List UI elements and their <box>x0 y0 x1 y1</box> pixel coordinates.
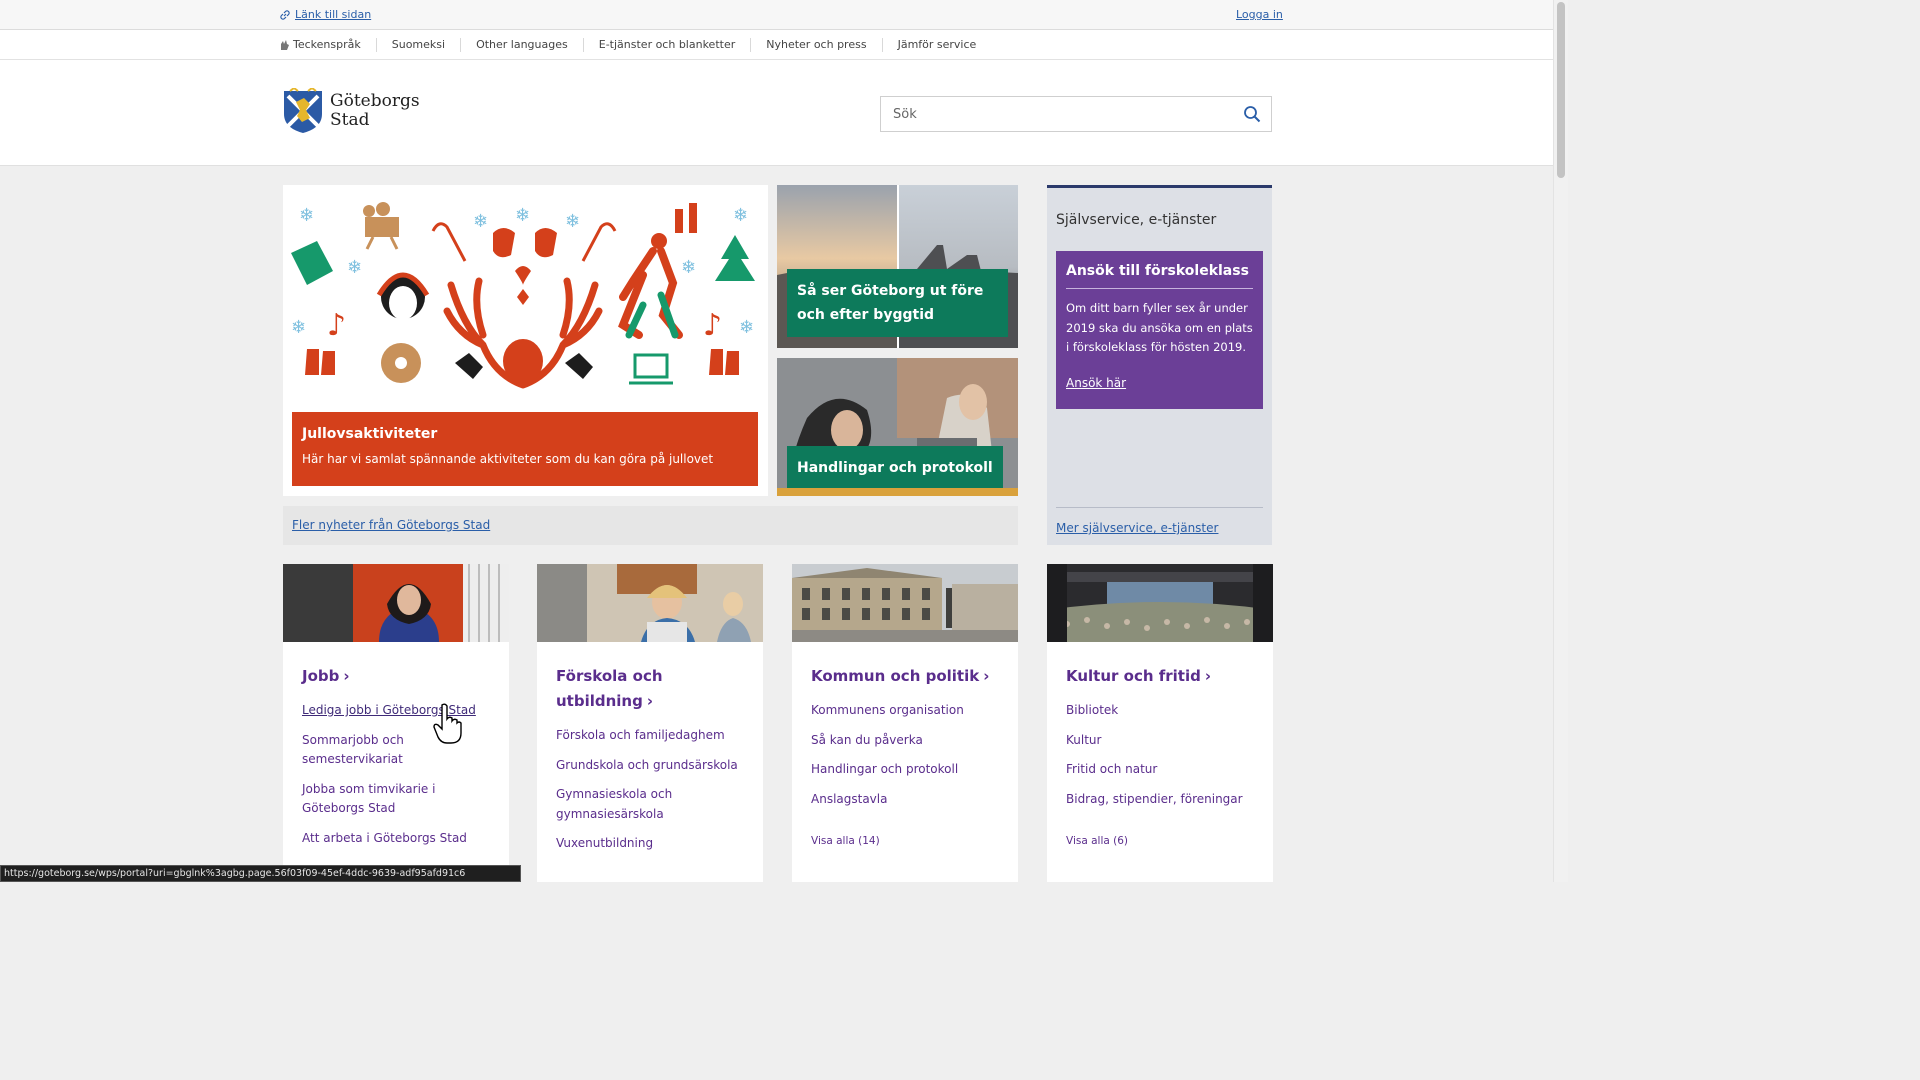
coat-of-arms-icon <box>284 88 322 133</box>
hero-text: Här har vi samlat spännande aktiviteter … <box>302 452 714 466</box>
search-box <box>880 96 1272 132</box>
news-label-2: Handlingar och protokoll <box>787 446 1003 490</box>
svg-text:❄: ❄ <box>565 211 580 232</box>
card-image-kommun <box>792 564 1018 642</box>
svg-text:❄: ❄ <box>473 211 488 232</box>
hero-jullov[interactable]: ❄ ❄ ❄ ❄ ❄ ❄ ❄ ❄ ❄ ♪ ♪ Jullovsaktiviteter… <box>283 185 768 496</box>
vertical-scrollbar[interactable] <box>1553 0 1568 882</box>
svg-text:❄: ❄ <box>733 205 748 226</box>
concert-photo <box>1047 564 1273 642</box>
nav-sign-language[interactable]: Teckenspråk <box>279 38 377 52</box>
sign-language-icon <box>281 40 289 50</box>
nav-other-languages[interactable]: Other languages <box>461 38 584 52</box>
show-all-link[interactable]: Visa alla (14) <box>811 835 999 847</box>
christmas-illustration: ❄ ❄ ❄ ❄ ❄ ❄ ❄ ❄ ❄ ♪ ♪ <box>283 185 768 407</box>
nav-suomeksi[interactable]: Suomeksi <box>377 38 462 52</box>
link-icon <box>280 9 290 20</box>
logo-line-1: Göteborgs <box>330 91 420 111</box>
card-link[interactable]: Förskola och familjedaghem <box>556 726 744 746</box>
card-title-jobb[interactable]: Jobb › <box>302 664 490 689</box>
hand-cursor-icon <box>433 703 462 744</box>
card-forskola: Förskola och utbildning › Förskola och fa… <box>537 564 763 882</box>
card-link[interactable]: Kultur <box>1066 731 1254 751</box>
link-to-page-label: Länk till sidan <box>295 8 372 21</box>
news-tile-handlingar[interactable]: Handlingar och protokoll <box>777 358 1018 496</box>
card-link[interactable]: Anslagstavla <box>811 790 999 810</box>
svg-text:❄: ❄ <box>739 317 754 338</box>
site-logo[interactable]: Göteborgs Stad <box>282 88 420 134</box>
card-title-kultur[interactable]: Kultur och fritid › <box>1066 664 1254 689</box>
card-link[interactable]: Att arbeta i Göteborgs Stad <box>302 829 490 849</box>
self-service-panel: Självservice, e-tjänster Ansök till förs… <box>1047 185 1272 545</box>
card-link[interactable]: Grundskola och grundsärskola <box>556 756 744 776</box>
nav-label: Teckenspråk <box>293 38 361 51</box>
more-news-link[interactable]: Fler nyheter från Göteborgs Stad <box>292 518 490 532</box>
preschool-promo: Ansök till förskoleklass Om ditt barn fy… <box>1056 251 1263 409</box>
status-url-bar: https://goteborg.se/wps/portal?uri=gbgln… <box>0 865 521 882</box>
hero-title: Jullovsaktiviteter <box>302 426 438 442</box>
secondary-nav: Teckenspråk Suomeksi Other languages E-t… <box>0 30 1553 60</box>
card-title-forskola[interactable]: Förskola och utbildning › <box>556 664 744 714</box>
card-link[interactable]: Bidrag, stipendier, föreningar <box>1066 790 1254 810</box>
svg-text:❄: ❄ <box>347 257 362 278</box>
svg-text:♪: ♪ <box>327 308 346 343</box>
svg-text:♪: ♪ <box>703 308 722 343</box>
card-image-forskola <box>537 564 763 642</box>
card-title-text: Kultur och fritid <box>1066 667 1201 685</box>
nav-e-services[interactable]: E-tjänster och blanketter <box>584 38 752 52</box>
card-link[interactable]: Jobba som timvikarie i Göteborgs Stad <box>302 780 490 819</box>
top-utility-bar: Länk till sidan Logga in <box>0 0 1553 30</box>
card-link[interactable]: Gymnasieskola och gymnasiesärskola <box>556 785 744 824</box>
chevron-right-icon: › <box>646 692 654 710</box>
card-kommun: Kommun och politik › Kommunens organisati… <box>792 564 1018 882</box>
show-all-link[interactable]: Visa alla (6) <box>1066 835 1254 847</box>
promo-link[interactable]: Ansök här <box>1066 376 1126 390</box>
card-jobb: Jobb › Lediga jobb i Göteborgs Stad Somma… <box>283 564 509 882</box>
svg-text:❄: ❄ <box>299 205 314 226</box>
promo-text: Om ditt barn fyller sex år under 2019 sk… <box>1066 301 1253 354</box>
card-link[interactable]: Kommunens organisation <box>811 701 999 721</box>
self-service-heading: Självservice, e-tjänster <box>1056 212 1217 228</box>
chevron-right-icon: › <box>1204 667 1212 685</box>
site-header: Göteborgs Stad <box>0 60 1553 166</box>
scrollbar-thumb[interactable] <box>1557 2 1565 178</box>
svg-text:❄: ❄ <box>291 317 306 338</box>
nav-compare-service[interactable]: Jämför service <box>883 38 992 52</box>
logo-line-2: Stad <box>330 110 370 130</box>
news-label-1: Så ser Göteborg ut före och efter byggti… <box>787 269 1008 337</box>
more-self-service-link[interactable]: Mer självservice, e-tjänster <box>1056 507 1263 535</box>
news-tile-gothenburg[interactable]: Så ser Göteborg ut före och efter byggti… <box>777 185 1018 348</box>
card-title-text: Kommun och politik <box>811 667 980 685</box>
card-link[interactable]: Så kan du påverka <box>811 731 999 751</box>
link-to-page[interactable]: Länk till sidan <box>279 8 371 21</box>
svg-text:❄: ❄ <box>681 257 696 278</box>
hero-card[interactable]: Jullovsaktiviteter Här har vi samlat spä… <box>292 412 758 486</box>
more-news-bar: Fler nyheter från Göteborgs Stad <box>283 506 1018 545</box>
search-input[interactable] <box>881 97 1221 131</box>
card-link[interactable]: Vuxenutbildning <box>556 834 744 854</box>
card-image-kultur <box>1047 564 1273 642</box>
news-accent-bar <box>777 488 1018 496</box>
woman-photo <box>283 564 509 642</box>
classroom-photo <box>537 564 763 642</box>
search-icon[interactable] <box>1243 105 1261 123</box>
login-link[interactable]: Logga in <box>1236 8 1283 21</box>
chevron-right-icon: › <box>343 667 350 685</box>
chevron-right-icon: › <box>983 667 990 685</box>
card-kultur: Kultur och fritid › Bibliotek Kultur Frit… <box>1047 564 1273 882</box>
news-title-1: Så ser Göteborg ut före och efter byggti… <box>797 283 984 323</box>
card-link[interactable]: Fritid och natur <box>1066 760 1254 780</box>
svg-text:❄: ❄ <box>515 205 530 226</box>
card-title-kommun[interactable]: Kommun och politik › <box>811 664 999 689</box>
city-hall-photo <box>792 564 1018 642</box>
card-image-jobb <box>283 564 509 642</box>
card-title-text: Jobb <box>302 667 340 685</box>
card-link[interactable]: Handlingar och protokoll <box>811 760 999 780</box>
card-link[interactable]: Bibliotek <box>1066 701 1254 721</box>
logo-wordmark: Göteborgs Stad <box>330 92 420 130</box>
nav-news-press[interactable]: Nyheter och press <box>751 38 883 52</box>
promo-title: Ansök till förskoleklass <box>1066 263 1253 289</box>
news-title-2: Handlingar och protokoll <box>797 460 993 476</box>
